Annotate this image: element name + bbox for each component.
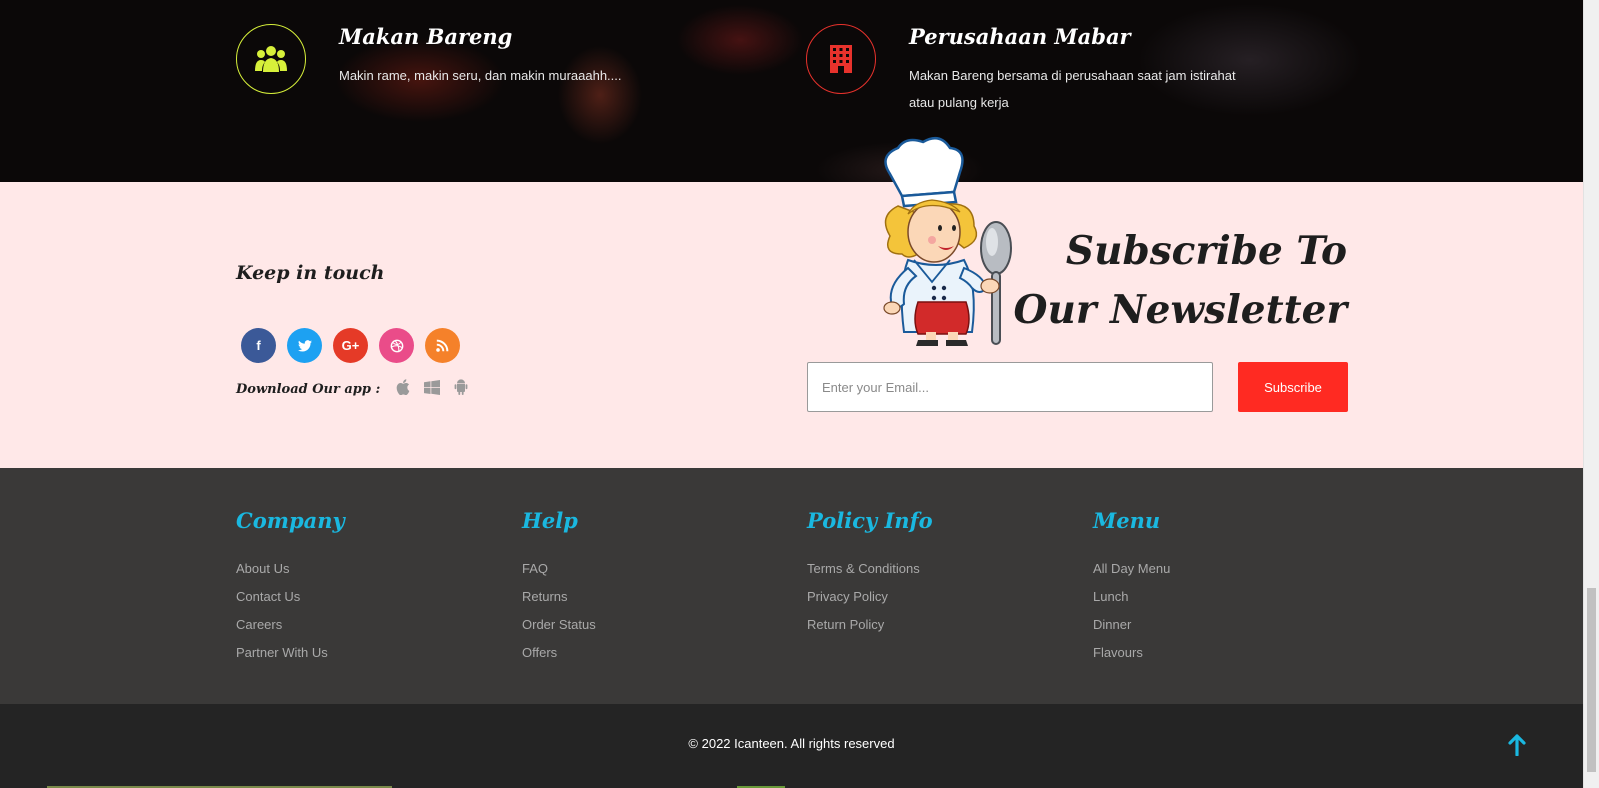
copyright-text: © 2022 Icanteen. All rights reserved — [688, 736, 895, 751]
footer-link-lunch[interactable]: Lunch — [1093, 583, 1170, 611]
building-icon — [830, 45, 852, 73]
feature-description: Makin rame, makin seru, dan makin muraaa… — [339, 68, 622, 83]
footer-column-heading: Policy Info — [807, 508, 933, 533]
download-label: Download Our app : — [236, 382, 381, 397]
subscribe-button[interactable]: Subscribe — [1238, 362, 1348, 412]
footer-link-dinner[interactable]: Dinner — [1093, 611, 1170, 639]
footer-column-help: Help FAQ Returns Order Status Offers — [522, 508, 596, 667]
footer-link-order-status[interactable]: Order Status — [522, 611, 596, 639]
users-icon — [255, 46, 287, 72]
facebook-icon[interactable]: f — [241, 328, 276, 363]
keep-in-touch-heading: Keep in touch — [236, 262, 385, 284]
dribbble-icon[interactable] — [379, 328, 414, 363]
footer-column-heading: Help — [522, 508, 578, 533]
footer-link-careers[interactable]: Careers — [236, 611, 345, 639]
footer-link-privacy[interactable]: Privacy Policy — [807, 583, 933, 611]
email-input[interactable] — [807, 362, 1213, 412]
footer-column-policy: Policy Info Terms & Conditions Privacy P… — [807, 508, 933, 639]
download-app: Download Our app : — [236, 379, 468, 400]
rss-icon[interactable] — [425, 328, 460, 363]
scrollbar-thumb[interactable] — [1587, 588, 1596, 772]
footer-column-heading: Company — [236, 508, 345, 533]
footer-link-return-policy[interactable]: Return Policy — [807, 611, 933, 639]
feature-title: Perusahaan Mabar — [909, 24, 1131, 49]
newsletter-title: Subscribe To Our Newsletter — [1013, 228, 1347, 333]
arrow-up-icon[interactable] — [1508, 734, 1526, 761]
footer-link-contact-us[interactable]: Contact Us — [236, 583, 345, 611]
windows-icon[interactable] — [424, 379, 441, 400]
footer-links-section: Company About Us Contact Us Careers Part… — [0, 468, 1583, 704]
google-plus-icon[interactable]: G+ — [333, 328, 368, 363]
copyright-bar: © 2022 Icanteen. All rights reserved — [0, 704, 1583, 788]
footer-link-terms[interactable]: Terms & Conditions — [807, 555, 933, 583]
page-scrollbar[interactable] — [1583, 0, 1599, 788]
feature-title: Makan Bareng — [339, 24, 513, 49]
footer-link-about-us[interactable]: About Us — [236, 555, 345, 583]
footer-link-faq[interactable]: FAQ — [522, 555, 596, 583]
newsletter-section: Keep in touch f G+ Download Our app : Su… — [0, 136, 1583, 468]
footer-link-partner[interactable]: Partner With Us — [236, 639, 345, 667]
footer-link-flavours[interactable]: Flavours — [1093, 639, 1170, 667]
feature-icon-circle — [806, 24, 876, 94]
hero-section: Makan Bareng Makin rame, makin seru, dan… — [0, 0, 1583, 182]
footer-link-all-day-menu[interactable]: All Day Menu — [1093, 555, 1170, 583]
social-links: f G+ — [241, 328, 460, 363]
feature-icon-circle — [236, 24, 306, 94]
footer-column-heading: Menu — [1093, 508, 1161, 533]
footer-column-menu: Menu All Day Menu Lunch Dinner Flavours — [1093, 508, 1170, 667]
footer-link-returns[interactable]: Returns — [522, 583, 596, 611]
feature-description: Makan Bareng bersama di perusahaan saat … — [909, 68, 1236, 110]
chef-illustration — [883, 136, 1012, 346]
footer-column-company: Company About Us Contact Us Careers Part… — [236, 508, 345, 667]
android-icon[interactable] — [454, 379, 468, 400]
twitter-icon[interactable] — [287, 328, 322, 363]
footer-link-offers[interactable]: Offers — [522, 639, 596, 667]
apple-icon[interactable] — [396, 379, 410, 400]
